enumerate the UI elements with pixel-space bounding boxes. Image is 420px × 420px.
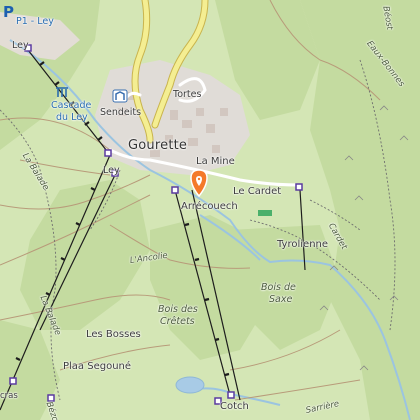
tortes-label: Tortes	[173, 89, 202, 100]
gourette-label[interactable]: Gourette	[128, 139, 187, 152]
les-bosses-label: Les Bosses	[86, 329, 141, 340]
ley-mid-label: Ley	[103, 165, 120, 176]
cras-label: cras	[0, 391, 18, 401]
arrecouech-label[interactable]: Arrécouech	[181, 202, 238, 212]
le-cardet-label: Le Cardet	[233, 186, 282, 197]
map-view[interactable]: P P1 - Ley Ley Cascade du Ley Sendeits T…	[0, 0, 420, 420]
sendeits-label: Sendeits	[100, 107, 142, 118]
bois-de-saxe-label-2: Saxe	[269, 294, 293, 305]
cascade-label-line2: du Ley	[56, 112, 88, 123]
svg-text:P: P	[3, 3, 14, 21]
lake	[175, 376, 205, 394]
sendeits-icon	[112, 89, 128, 103]
tyrolienne-label: Tyrolienne	[277, 239, 329, 250]
cotch-label: Cotch	[220, 401, 249, 412]
plaa-segoune-label: Plaa Segouné	[63, 361, 132, 372]
bois-des-cretets-label-2: Crêtets	[160, 316, 195, 327]
green-facility	[258, 210, 272, 216]
parking-icon: P	[3, 3, 14, 21]
parking-label[interactable]: P1 - Ley	[16, 17, 54, 27]
bois-de-saxe-label-1: Bois de	[261, 282, 296, 293]
ley-top-label: Ley	[12, 40, 29, 51]
bois-des-cretets-label-1: Bois des	[158, 304, 198, 315]
cascade-label-line1: Cascade	[51, 100, 92, 111]
la-mine-label: La Mine	[196, 156, 235, 167]
waterfall-icon	[56, 87, 68, 97]
